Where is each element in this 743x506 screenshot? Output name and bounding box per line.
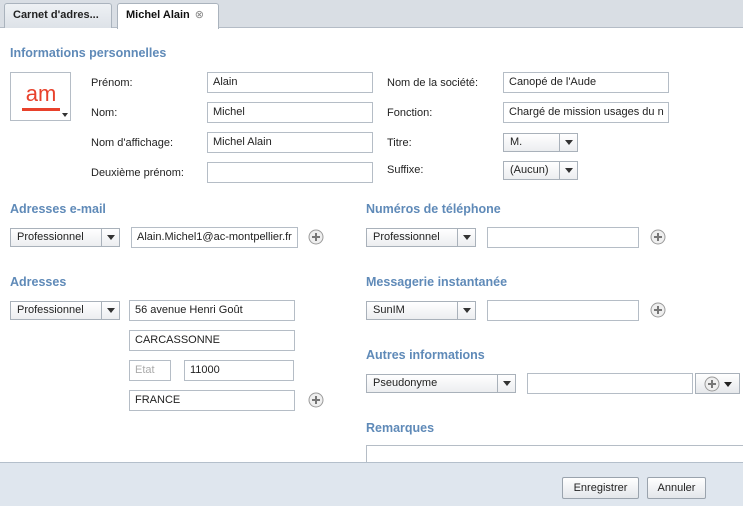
section-phones-title: Numéros de téléphone bbox=[366, 202, 501, 216]
chevron-down-icon bbox=[559, 162, 577, 179]
save-button[interactable]: Enregistrer bbox=[562, 477, 639, 499]
city-input[interactable]: CARCASSONNE bbox=[129, 330, 295, 351]
title-label: Titre: bbox=[387, 137, 412, 149]
chevron-down-icon bbox=[497, 375, 515, 392]
avatar-logo-icon: am bbox=[22, 81, 60, 111]
chevron-down-icon bbox=[101, 229, 119, 246]
add-address-plus-icon[interactable] bbox=[308, 392, 324, 408]
displayname-label: Nom d'affichage: bbox=[91, 137, 174, 149]
suffix-label: Suffixe: bbox=[387, 164, 424, 176]
im-type-select[interactable]: SunIM bbox=[366, 301, 476, 320]
chevron-down-icon bbox=[559, 134, 577, 151]
chevron-down-icon bbox=[724, 382, 732, 387]
other-input[interactable] bbox=[527, 373, 693, 394]
address-type-value: Professionnel bbox=[17, 304, 84, 316]
section-emails-title: Adresses e-mail bbox=[10, 202, 106, 216]
country-input[interactable]: FRANCE bbox=[129, 390, 295, 411]
section-personal-title: Informations personnelles bbox=[10, 46, 167, 60]
chevron-down-icon bbox=[457, 229, 475, 246]
function-label: Fonction: bbox=[387, 107, 433, 119]
add-phone-plus-icon[interactable] bbox=[650, 229, 666, 245]
section-addresses-title: Adresses bbox=[10, 275, 67, 289]
phone-input[interactable] bbox=[487, 227, 639, 248]
plus-icon bbox=[704, 376, 720, 392]
close-tab-icon[interactable]: ⊗ bbox=[195, 4, 204, 27]
other-type-select[interactable]: Pseudonyme bbox=[366, 374, 516, 393]
add-email-plus-icon[interactable] bbox=[308, 229, 324, 245]
tab-address-book[interactable]: Carnet d'adres... bbox=[4, 3, 112, 28]
add-im-plus-icon[interactable] bbox=[650, 302, 666, 318]
im-input[interactable] bbox=[487, 300, 639, 321]
firstname-input[interactable]: Alain bbox=[207, 72, 373, 93]
email-input[interactable]: Alain.Michel1@ac-montpellier.fr bbox=[131, 227, 298, 248]
suffix-select[interactable]: (Aucun) bbox=[503, 161, 578, 180]
section-other-title: Autres informations bbox=[366, 348, 485, 362]
email-type-value: Professionnel bbox=[17, 231, 84, 243]
company-label: Nom de la société: bbox=[387, 77, 479, 89]
svg-text:am: am bbox=[26, 81, 57, 106]
chevron-down-icon bbox=[457, 302, 475, 319]
lastname-input[interactable]: Michel bbox=[207, 102, 373, 123]
middlename-input[interactable] bbox=[207, 162, 373, 183]
cancel-button[interactable]: Annuler bbox=[647, 477, 706, 499]
lastname-label: Nom: bbox=[91, 107, 118, 119]
zip-input[interactable]: 11000 bbox=[184, 360, 294, 381]
company-input[interactable]: Canopé de l'Aude bbox=[503, 72, 669, 93]
section-im-title: Messagerie instantanée bbox=[366, 275, 508, 289]
title-select[interactable]: M. bbox=[503, 133, 578, 152]
street-input[interactable]: 56 avenue Henri Goût bbox=[129, 300, 295, 321]
phone-type-value: Professionnel bbox=[373, 231, 440, 243]
state-input[interactable]: Etat bbox=[129, 360, 171, 381]
tab-bar: Carnet d'adres... Michel Alain ⊗ bbox=[0, 0, 743, 29]
phone-type-select[interactable]: Professionnel bbox=[366, 228, 476, 247]
section-notes-title: Remarques bbox=[366, 421, 435, 435]
tab-contact[interactable]: Michel Alain ⊗ bbox=[117, 3, 219, 29]
function-input[interactable]: Chargé de mission usages du n bbox=[503, 102, 669, 123]
displayname-input[interactable]: Michel Alain bbox=[207, 132, 373, 153]
address-type-select[interactable]: Professionnel bbox=[10, 301, 120, 320]
contact-photo[interactable]: am bbox=[10, 72, 71, 121]
other-type-value: Pseudonyme bbox=[373, 377, 438, 389]
title-select-value: M. bbox=[510, 136, 523, 148]
im-type-value: SunIM bbox=[373, 304, 405, 316]
chevron-down-icon bbox=[101, 302, 119, 319]
tab-contact-label: Michel Alain bbox=[126, 9, 190, 21]
photo-menu-chevron-icon[interactable] bbox=[62, 113, 68, 117]
add-field-dropdown-button[interactable] bbox=[695, 373, 740, 394]
email-type-select[interactable]: Professionnel bbox=[10, 228, 120, 247]
middlename-label: Deuxième prénom: bbox=[91, 167, 184, 179]
tab-address-book-label: Carnet d'adres... bbox=[13, 9, 99, 21]
firstname-label: Prénom: bbox=[91, 77, 133, 89]
suffix-select-value: (Aucun) bbox=[510, 164, 549, 176]
